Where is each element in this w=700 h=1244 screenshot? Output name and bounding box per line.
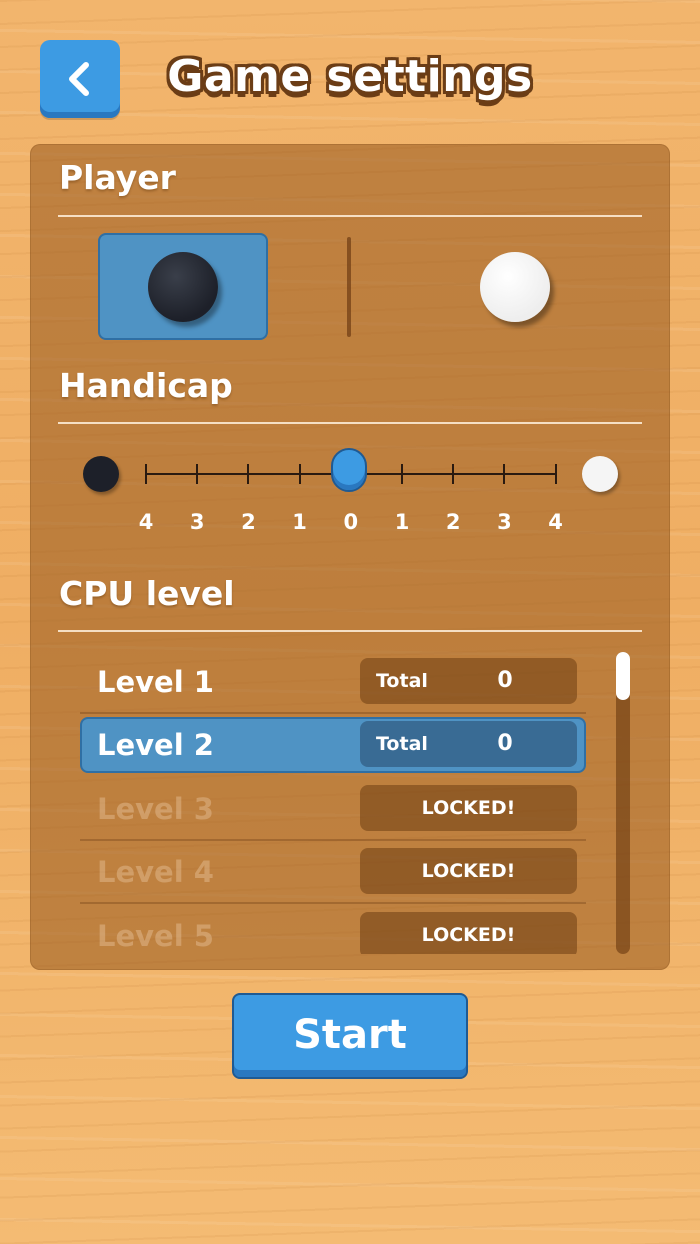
handicap-scale-label: 0 (343, 510, 359, 534)
level-row-4[interactable]: Level 4 LOCKED! (80, 844, 586, 904)
handicap-scale-label: 2 (445, 510, 461, 534)
level-row-3[interactable]: Level 3 LOCKED! (80, 781, 586, 841)
cpu-level-label: CPU level (59, 574, 235, 613)
stat-value: 0 (497, 731, 513, 756)
row-divider (80, 839, 586, 841)
stat-label: Total (376, 733, 428, 755)
stat-value: 0 (497, 668, 513, 693)
handicap-label: Handicap (59, 366, 233, 405)
locked-badge: LOCKED! (360, 848, 577, 894)
handicap-scale-label: 4 (548, 510, 563, 534)
handicap-tick (247, 464, 250, 484)
handicap-tick (196, 464, 199, 484)
handicap-tick (503, 464, 506, 484)
handicap-scale-label: 3 (189, 510, 205, 534)
player-separator (347, 237, 351, 337)
handicap-tick (401, 464, 403, 484)
divider (58, 422, 642, 424)
white-stone-icon (480, 251, 550, 322)
level-row-5[interactable]: Level 5 LOCKED! (80, 908, 586, 954)
level-name: Level 1 (97, 665, 214, 699)
handicap-scale-label: 4 (138, 510, 154, 534)
back-button[interactable] (40, 40, 120, 118)
level-row-2[interactable]: Level 2 Total 0 (80, 717, 586, 773)
level-name: Level 5 (97, 919, 214, 953)
white-stone-icon (582, 456, 618, 492)
black-stone-icon (148, 251, 218, 322)
handicap-scale-label: 3 (497, 510, 512, 534)
level-name: Level 2 (97, 728, 214, 762)
locked-text: LOCKED! (421, 797, 516, 819)
handicap-slider-handle[interactable] (331, 448, 367, 492)
divider (58, 630, 642, 632)
row-divider (80, 712, 586, 714)
settings-panel: Player Handicap 4 3 2 1 0 1 2 3 4 CPU level Leve… (30, 144, 670, 970)
chevron-left-icon (69, 62, 89, 96)
player-label: Player (59, 158, 176, 197)
handicap-scale-label: 1 (394, 510, 410, 534)
page-title: Game settings (167, 51, 533, 102)
handicap-tick (554, 464, 557, 484)
row-divider (80, 902, 586, 904)
handicap-scale-label: 2 (241, 510, 256, 534)
locked-text: LOCKED! (421, 924, 516, 946)
handicap-tick (145, 464, 147, 484)
level-row-1[interactable]: Level 1 Total 0 (80, 654, 586, 714)
handicap-tick (452, 464, 455, 484)
black-stone-icon (83, 456, 119, 492)
divider (58, 215, 642, 217)
locked-text: LOCKED! (421, 860, 516, 882)
level-stat-box: Total 0 (360, 721, 577, 767)
locked-badge: LOCKED! (360, 785, 577, 831)
level-stat-box: Total 0 (360, 658, 577, 704)
black-stone-option[interactable] (98, 233, 268, 340)
white-stone-option[interactable] (430, 233, 600, 340)
locked-badge: LOCKED! (360, 912, 577, 954)
scrollbar-thumb[interactable] (616, 652, 630, 700)
handicap-scale-label: 1 (292, 510, 307, 534)
start-button[interactable]: Start (232, 993, 468, 1079)
level-name: Level 3 (97, 792, 214, 826)
stat-label: Total (376, 670, 428, 692)
handicap-tick (298, 464, 301, 484)
level-name: Level 4 (97, 855, 214, 889)
cpu-level-list[interactable]: Level 1 Total 0 Level 2 Total 0 Level 3 … (80, 654, 586, 954)
